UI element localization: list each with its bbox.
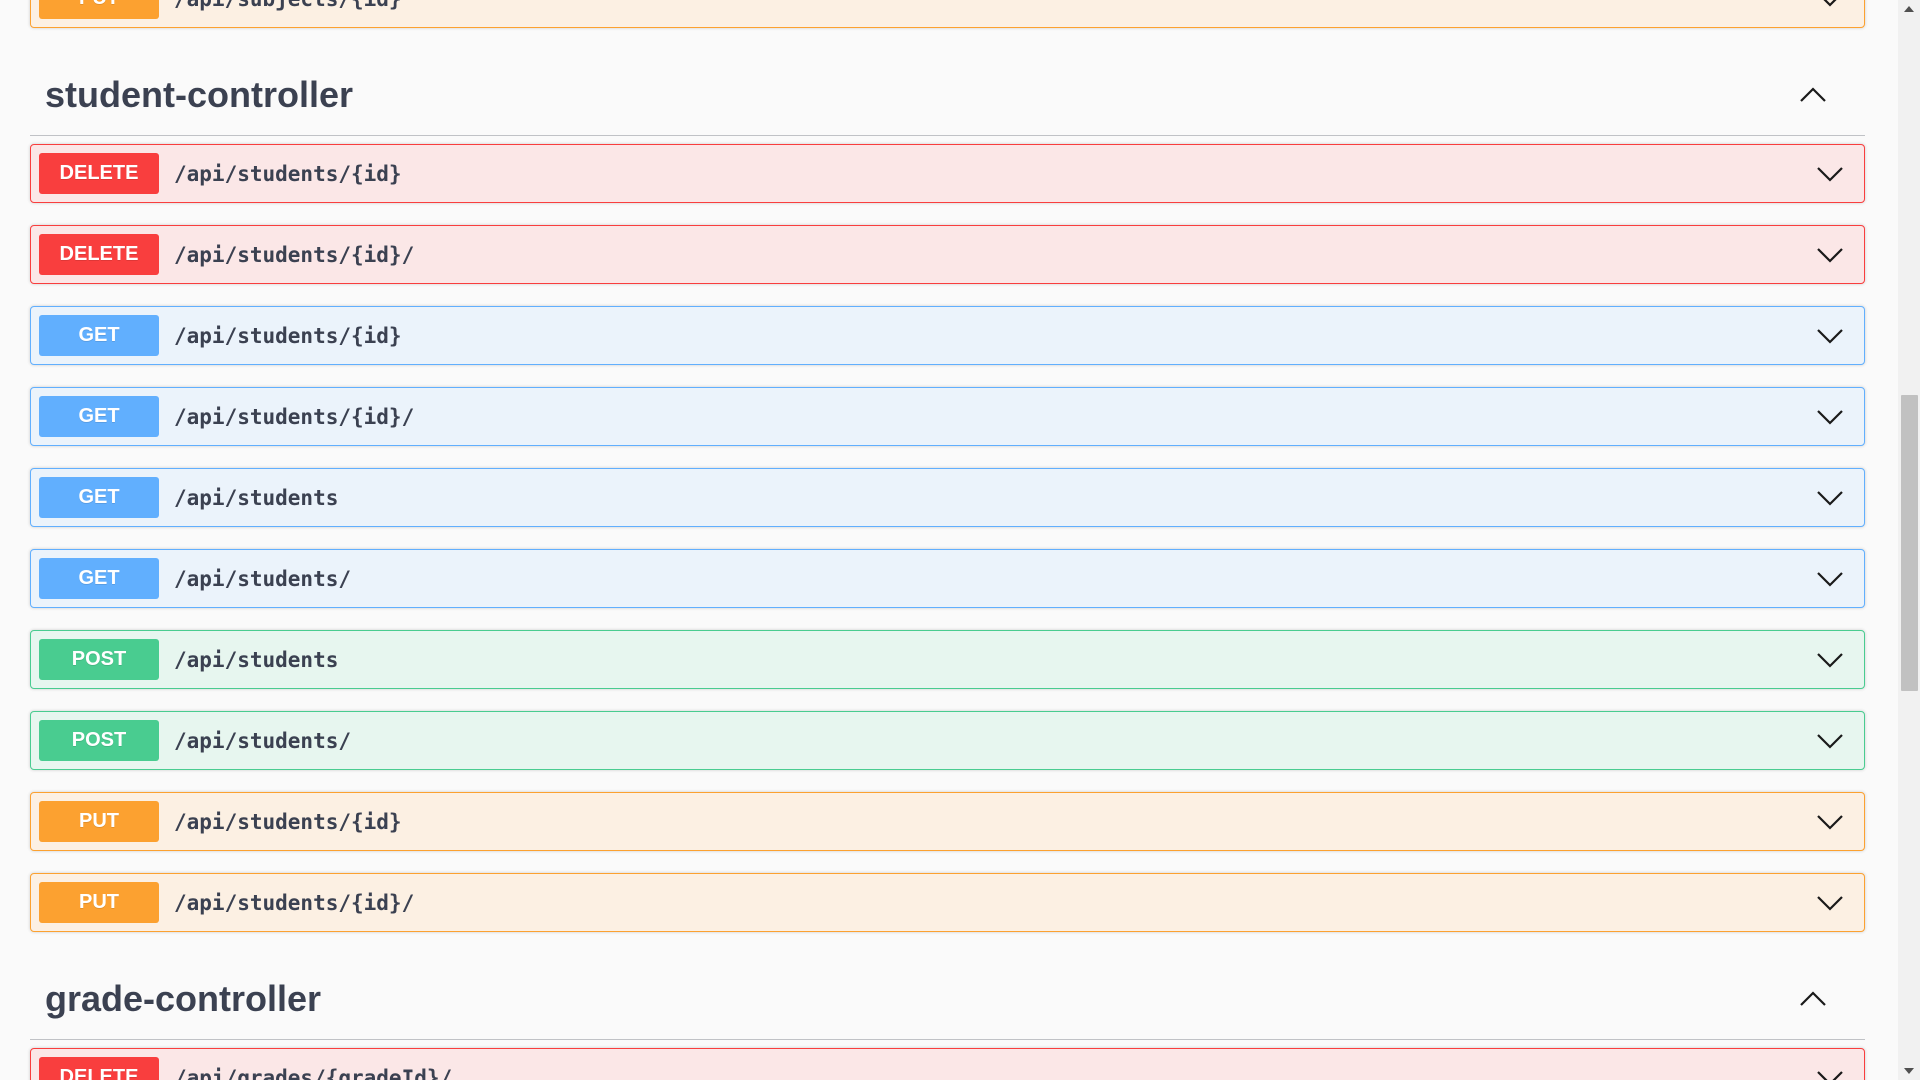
method-badge: DELETE [39, 1057, 159, 1080]
operations-list: PUT /api/subjects/{id} student-controlle… [30, 0, 1865, 1080]
chevron-down-icon[interactable] [1816, 1069, 1844, 1080]
method-badge: GET [39, 315, 159, 356]
chevron-down-icon[interactable] [1816, 489, 1844, 507]
chevron-down-icon[interactable] [1816, 570, 1844, 588]
scrollbar-thumb[interactable] [1901, 395, 1918, 691]
opblock-delete-grades-gradeid[interactable]: DELETE /api/grades/{gradeId}/ [30, 1048, 1865, 1080]
endpoint-path: /api/students/{id} [174, 809, 402, 834]
endpoint-path: /api/students/{id} [174, 323, 402, 348]
method-badge: POST [39, 639, 159, 680]
section-title: student-controller [45, 74, 354, 115]
opblock-get-students[interactable]: GET /api/students [30, 468, 1865, 527]
chevron-down-icon[interactable] [1816, 894, 1844, 912]
chevron-down-icon[interactable] [1816, 327, 1844, 345]
endpoint-path: /api/students/ [174, 566, 352, 591]
chevron-down-icon[interactable] [1816, 408, 1844, 426]
method-badge: GET [39, 558, 159, 599]
chevron-down-icon[interactable] [1816, 0, 1844, 8]
opblock-get-students-id-slash[interactable]: GET /api/students/{id}/ [30, 387, 1865, 446]
section-title: grade-controller [45, 978, 322, 1019]
method-badge: PUT [39, 0, 159, 19]
chevron-down-icon[interactable] [1816, 651, 1844, 669]
endpoint-path: /api/students/{id}/ [174, 404, 415, 429]
method-badge: PUT [39, 801, 159, 842]
method-badge: GET [39, 477, 159, 518]
endpoint-path: /api/students [174, 485, 339, 510]
vertical-scrollbar[interactable] [1898, 0, 1920, 1080]
method-badge: DELETE [39, 153, 159, 194]
endpoint-path: /api/students/{id}/ [174, 242, 415, 267]
chevron-down-icon[interactable] [1816, 813, 1844, 831]
endpoint-path: /api/students [174, 647, 339, 672]
method-badge: DELETE [39, 234, 159, 275]
chevron-up-icon[interactable] [1799, 86, 1827, 104]
endpoint-path: /api/grades/{gradeId}/ [174, 1065, 453, 1080]
opblock-post-students-slash[interactable]: POST /api/students/ [30, 711, 1865, 770]
section-grade-controller[interactable]: grade-controller [30, 959, 1865, 1040]
opblock-delete-students-id-slash[interactable]: DELETE /api/students/{id}/ [30, 225, 1865, 284]
opblock-put-students-id[interactable]: PUT /api/students/{id} [30, 792, 1865, 851]
method-badge: PUT [39, 882, 159, 923]
opblock-delete-students-id[interactable]: DELETE /api/students/{id} [30, 144, 1865, 203]
chevron-down-icon[interactable] [1816, 165, 1844, 183]
method-badge: GET [39, 396, 159, 437]
scroll-down-arrow-icon[interactable] [1898, 1062, 1920, 1080]
opblock-get-students-slash[interactable]: GET /api/students/ [30, 549, 1865, 608]
opblock-get-students-id[interactable]: GET /api/students/{id} [30, 306, 1865, 365]
endpoint-path: /api/students/ [174, 728, 352, 753]
opblock-put-students-id-slash[interactable]: PUT /api/students/{id}/ [30, 873, 1865, 932]
endpoint-path: /api/subjects/{id} [174, 0, 1864, 11]
endpoint-path: /api/students/{id}/ [174, 890, 415, 915]
section-student-controller[interactable]: student-controller [30, 55, 1865, 136]
endpoint-path: /api/students/{id} [174, 161, 402, 186]
chevron-down-icon[interactable] [1816, 246, 1844, 264]
swagger-viewport: PUT /api/subjects/{id} student-controlle… [0, 0, 1898, 1080]
scroll-up-arrow-icon[interactable] [1898, 0, 1920, 18]
chevron-down-icon[interactable] [1816, 732, 1844, 750]
opblock-put-subjects-id[interactable]: PUT /api/subjects/{id} [30, 0, 1865, 28]
method-badge: POST [39, 720, 159, 761]
opblock-post-students[interactable]: POST /api/students [30, 630, 1865, 689]
chevron-up-icon[interactable] [1799, 990, 1827, 1008]
